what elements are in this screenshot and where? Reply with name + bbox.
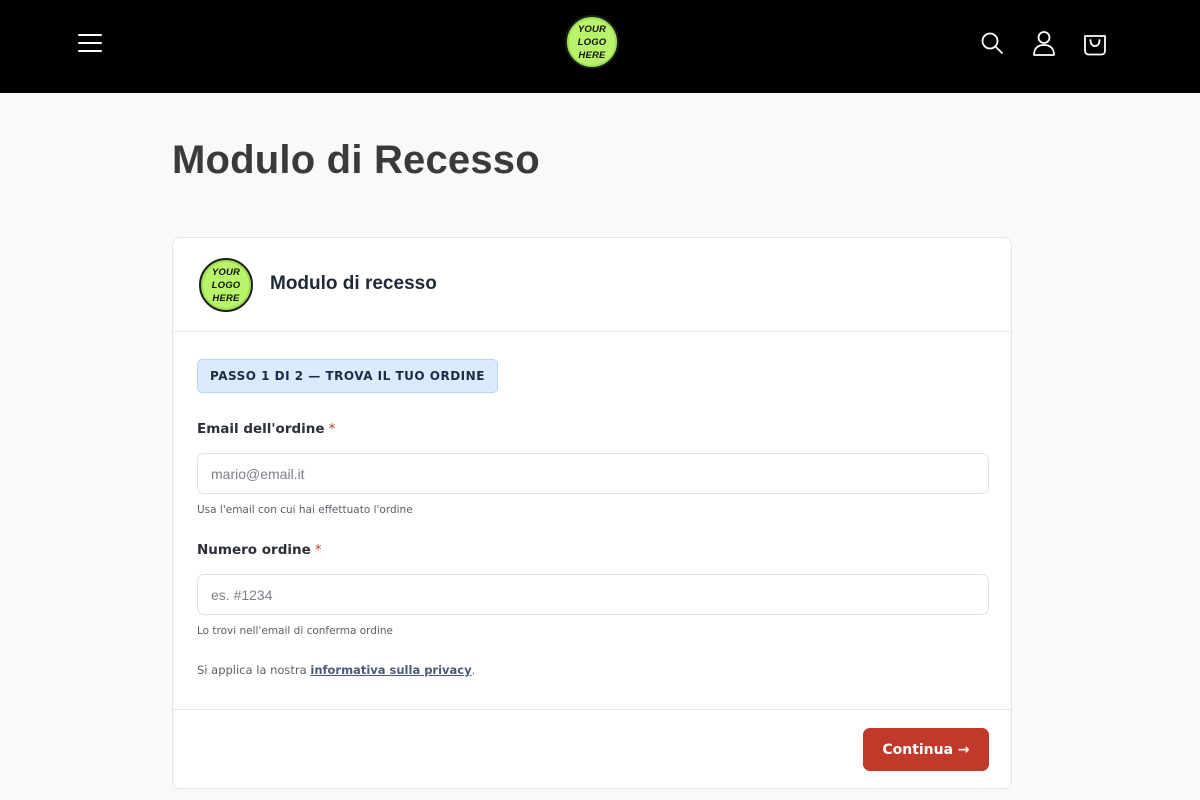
email-label-text: Email dell'ordine xyxy=(197,421,325,437)
logo-line: YOUR xyxy=(211,266,241,278)
required-mark: * xyxy=(328,421,336,437)
shopping-bag-icon xyxy=(1084,35,1106,56)
order-number-label: Numero ordine * xyxy=(197,542,322,558)
privacy-policy-link[interactable]: informativa sulla privacy xyxy=(310,663,471,677)
email-input[interactable] xyxy=(197,453,989,494)
card-logo: YOUR LOGO HERE xyxy=(199,258,253,312)
cart-button[interactable] xyxy=(1077,25,1113,61)
logo-line: LOGO xyxy=(211,279,241,291)
card-header: YOUR LOGO HERE Modulo di recesso xyxy=(173,238,1011,332)
logo-line: YOUR xyxy=(577,23,607,35)
continue-button[interactable]: Continua → xyxy=(863,728,989,771)
privacy-prefix: Si applica la nostra xyxy=(197,663,311,677)
account-button[interactable] xyxy=(1026,25,1062,61)
privacy-suffix: . xyxy=(471,663,476,677)
card-title: Modulo di recesso xyxy=(270,273,437,294)
search-button[interactable] xyxy=(974,25,1010,61)
email-label: Email dell'ordine * xyxy=(197,421,335,437)
search-icon xyxy=(981,32,1003,54)
logo-line: LOGO xyxy=(577,36,607,48)
card-footer-divider xyxy=(173,709,1011,710)
header-logo[interactable]: YOUR LOGO HERE xyxy=(565,15,619,69)
order-number-label-text: Numero ordine xyxy=(197,542,311,558)
order-number-input[interactable] xyxy=(197,574,989,615)
menu-button[interactable] xyxy=(72,25,108,61)
order-number-hint: Lo trovi nell'email di conferma ordine xyxy=(197,625,393,637)
site-header: YOUR LOGO HERE xyxy=(0,0,1200,93)
user-icon xyxy=(1033,31,1055,56)
page-title: Modulo di Recesso xyxy=(172,138,540,182)
hamburger-menu-icon xyxy=(78,34,102,52)
privacy-notice: Si applica la nostra informativa sulla p… xyxy=(197,663,475,677)
logo-line: HERE xyxy=(578,49,606,61)
logo-badge: YOUR LOGO HERE xyxy=(565,15,619,69)
email-hint: Usa l'email con cui hai effettuato l'ord… xyxy=(197,504,413,516)
withdrawal-form-card: YOUR LOGO HERE Modulo di recesso PASSO 1… xyxy=(172,237,1012,789)
step-badge: PASSO 1 DI 2 — TROVA IL TUO ORDINE xyxy=(197,359,498,393)
logo-badge: YOUR LOGO HERE xyxy=(199,258,253,312)
logo-line: HERE xyxy=(212,292,240,304)
required-mark: * xyxy=(314,542,322,558)
